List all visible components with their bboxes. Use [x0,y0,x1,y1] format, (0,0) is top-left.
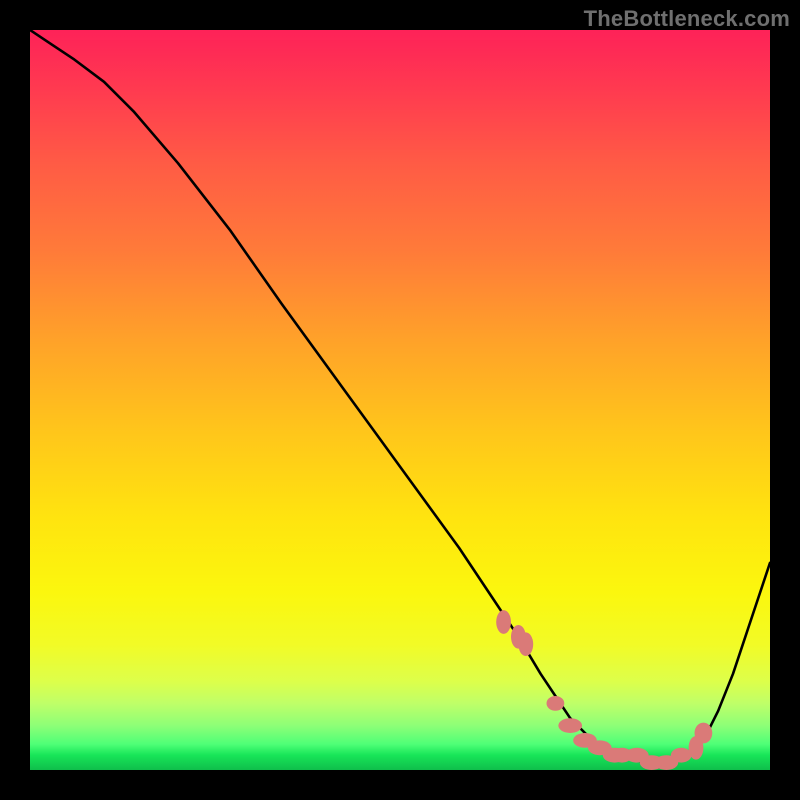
watermark-text: TheBottleneck.com [584,6,790,32]
curve-marker [547,696,565,711]
chart-frame: TheBottleneck.com [0,0,800,800]
curve-marker [558,718,582,733]
plot-area [30,30,770,770]
curve-marker [695,723,713,744]
curve-marker [496,610,511,634]
curve-marker [518,632,533,656]
curve-svg [30,30,770,770]
curve-marker [671,748,692,763]
bottleneck-curve [30,30,770,763]
